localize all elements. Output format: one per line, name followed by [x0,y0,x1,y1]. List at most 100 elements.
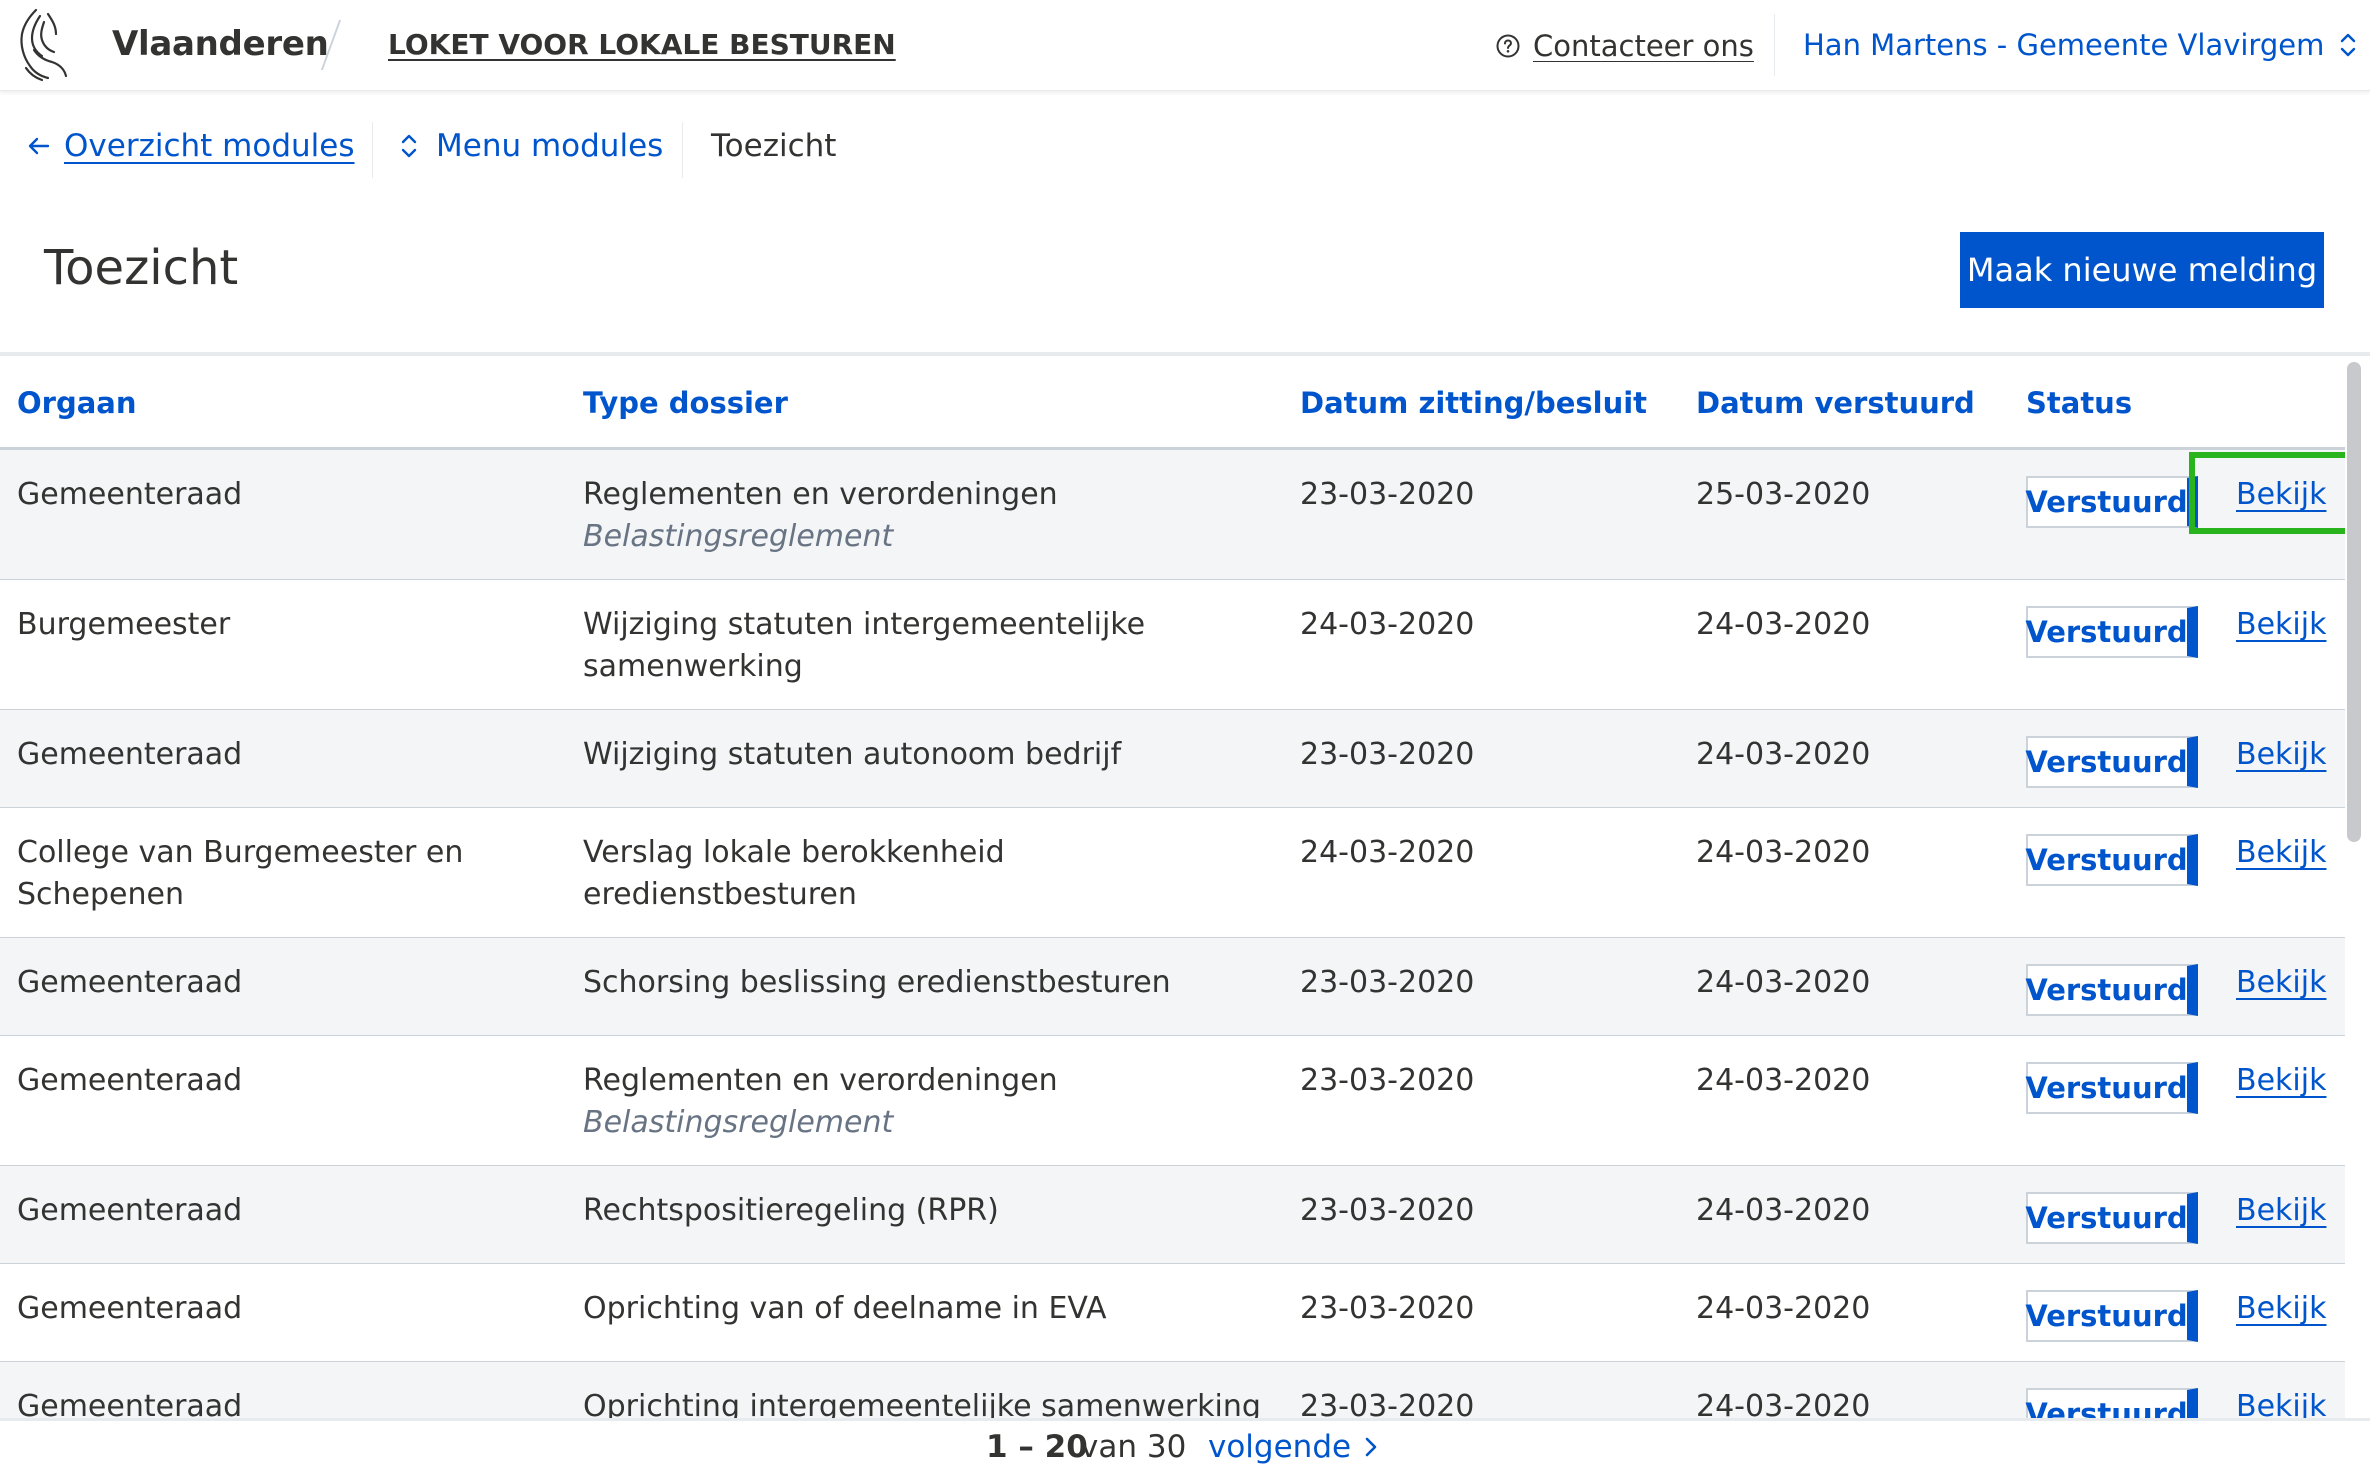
pagination-total: van 30 [1080,1429,1187,1465]
view-link[interactable]: Bekijk [2236,474,2326,516]
cell-datum-verstuurd: 24-03-2020 [1696,965,1871,1000]
type-dossier-subtype: Belastingsreglement [583,1105,894,1140]
view-link[interactable]: Bekijk [2236,1288,2326,1330]
table-row: Gemeenteraad Schorsing beslissing eredien… [0,938,2345,1036]
column-header-status[interactable]: Status [2026,386,2132,420]
table-row: Gemeenteraad Reglementen en verordeningen… [0,1036,2345,1166]
status-badge: Verstuurd [2025,834,2198,886]
back-to-modules-link[interactable]: Overzicht modules [26,128,354,164]
flemish-lion-logo[interactable] [14,6,70,82]
next-page-label: volgende [1208,1429,1352,1465]
table-row: Gemeenteraad Reglementen en verordeningen… [0,450,2345,580]
cell-orgaan: College van Burgemeester en Schepenen [17,835,464,912]
cell-type-dossier: Rechtspositieregeling (RPR) [583,1190,1263,1232]
cell-datum-zitting: 24-03-2020 [1300,835,1475,870]
user-switcher[interactable]: Han Martens - Gemeente Vlavirgem [1803,28,2358,62]
cell-type-dossier: Reglementen en verordeningen Belastingsre… [583,1060,1263,1144]
menu-modules-label: Menu modules [436,128,664,164]
cell-orgaan: Gemeenteraad [17,1389,243,1420]
cell-datum-verstuurd: 24-03-2020 [1696,607,1871,642]
pagination: 1 – 20 van 30 volgende [0,1418,2370,1472]
cell-datum-zitting: 23-03-2020 [1300,1193,1475,1228]
cell-datum-verstuurd: 25-03-2020 [1696,477,1871,512]
status-badge: Verstuurd [2025,736,2198,788]
chevron-up-down-icon [2341,33,2356,57]
column-header-orgaan[interactable]: Orgaan [17,386,137,420]
pagination-range: 1 – 20 [986,1429,1088,1465]
chevron-right-icon [1365,1437,1377,1457]
table-row: Gemeenteraad Oprichting intergemeentelijk… [0,1362,2345,1420]
view-link[interactable]: Bekijk [2236,604,2326,646]
cell-datum-verstuurd: 24-03-2020 [1696,1193,1871,1228]
type-dossier-text: Verslag lokale berokkenheid eredienstbes… [583,835,1005,912]
cell-datum-verstuurd: 24-03-2020 [1696,1389,1871,1420]
cell-orgaan: Gemeenteraad [17,477,243,512]
cell-type-dossier: Verslag lokale berokkenheid eredienstbes… [583,832,1263,916]
view-link[interactable]: Bekijk [2236,832,2326,874]
cell-orgaan: Gemeenteraad [17,1193,243,1228]
arrow-left-icon [28,137,50,155]
nav-separator [682,122,683,178]
view-link[interactable]: Bekijk [2236,1386,2326,1420]
portal-title-link[interactable]: LOKET VOOR LOKALE BESTUREN [388,28,896,61]
current-module: Toezicht [711,128,837,164]
next-page-link[interactable]: volgende [1208,1429,1381,1465]
status-badge: Verstuurd [2025,1290,2198,1342]
status-badge: Verstuurd [2025,476,2198,528]
table-header: Orgaan Type dossier Datum zitting/beslui… [0,356,2345,450]
cell-datum-zitting: 24-03-2020 [1300,607,1475,642]
page-title: Toezicht [44,240,239,296]
cell-type-dossier: Wijziging statuten intergemeentelijke sa… [583,604,1263,688]
status-badge: Verstuurd [2025,1062,2198,1114]
cell-datum-verstuurd: 24-03-2020 [1696,737,1871,772]
type-dossier-text: Schorsing beslissing eredienstbesturen [583,965,1171,1000]
view-link[interactable]: Bekijk [2236,1190,2326,1232]
global-header: Vlaanderen LOKET VOOR LOKALE BESTUREN Co… [0,0,2370,91]
cell-datum-verstuurd: 24-03-2020 [1696,835,1871,870]
cell-type-dossier: Schorsing beslissing eredienstbesturen [583,962,1263,1004]
type-dossier-text: Rechtspositieregeling (RPR) [583,1193,999,1228]
cell-datum-zitting: 23-03-2020 [1300,1389,1475,1420]
view-link[interactable]: Bekijk [2236,962,2326,1004]
contact-label: Contacteer ons [1533,29,1754,63]
column-header-type[interactable]: Type dossier [583,386,788,420]
module-navigation: Overzicht modules Menu modules Toezicht [0,112,1200,184]
cell-datum-zitting: 23-03-2020 [1300,1291,1475,1326]
cell-orgaan: Burgemeester [17,607,231,642]
table-body: Gemeenteraad Reglementen en verordeningen… [0,450,2345,1420]
table-row: College van Burgemeester en Schepenen Ver… [0,808,2345,938]
table-row: Gemeenteraad Oprichting van of deelname i… [0,1264,2345,1362]
type-dossier-text: Wijziging statuten intergemeentelijke sa… [583,607,1146,684]
cell-type-dossier: Wijziging statuten autonoom bedrijf [583,734,1263,776]
cell-orgaan: Gemeenteraad [17,965,243,1000]
dossier-table: Orgaan Type dossier Datum zitting/beslui… [0,352,2370,1420]
cell-datum-verstuurd: 24-03-2020 [1696,1291,1871,1326]
column-header-datum-zitting[interactable]: Datum zitting/besluit [1300,386,1647,420]
type-dossier-text: Reglementen en verordeningen [583,477,1058,512]
cell-datum-zitting: 23-03-2020 [1300,1063,1475,1098]
menu-modules-toggle[interactable]: Menu modules [398,128,663,164]
view-link[interactable]: Bekijk [2236,1060,2326,1102]
cell-datum-zitting: 23-03-2020 [1300,965,1475,1000]
status-badge: Verstuurd [2025,1388,2198,1420]
table-row: Gemeenteraad Rechtspositieregeling (RPR) 2… [0,1166,2345,1264]
cell-type-dossier: Reglementen en verordeningen Belastingsre… [583,474,1263,558]
cell-type-dossier: Oprichting van of deelname in EVA [583,1288,1263,1330]
brand-name[interactable]: Vlaanderen [112,24,329,64]
table-row: Burgemeester Wijziging statuten intergeme… [0,580,2345,710]
cell-datum-zitting: 23-03-2020 [1300,737,1475,772]
cell-orgaan: Gemeenteraad [17,1291,243,1326]
status-badge: Verstuurd [2025,606,2198,658]
type-dossier-text: Oprichting intergemeentelijke samenwerki… [583,1389,1261,1420]
user-name: Han Martens - Gemeente Vlavirgem [1803,28,2325,62]
scrollbar-thumb[interactable] [2347,362,2361,842]
cell-orgaan: Gemeenteraad [17,737,243,772]
contact-link[interactable]: Contacteer ons [1495,28,1754,64]
status-badge: Verstuurd [2025,1192,2198,1244]
cell-datum-verstuurd: 24-03-2020 [1696,1063,1871,1098]
new-report-button[interactable]: Maak nieuwe melding [1960,232,2324,308]
column-header-datum-verstuurd[interactable]: Datum verstuurd [1696,386,1975,420]
type-dossier-text: Oprichting van of deelname in EVA [583,1291,1107,1326]
question-circle-icon [1496,34,1520,58]
view-link[interactable]: Bekijk [2236,734,2326,776]
